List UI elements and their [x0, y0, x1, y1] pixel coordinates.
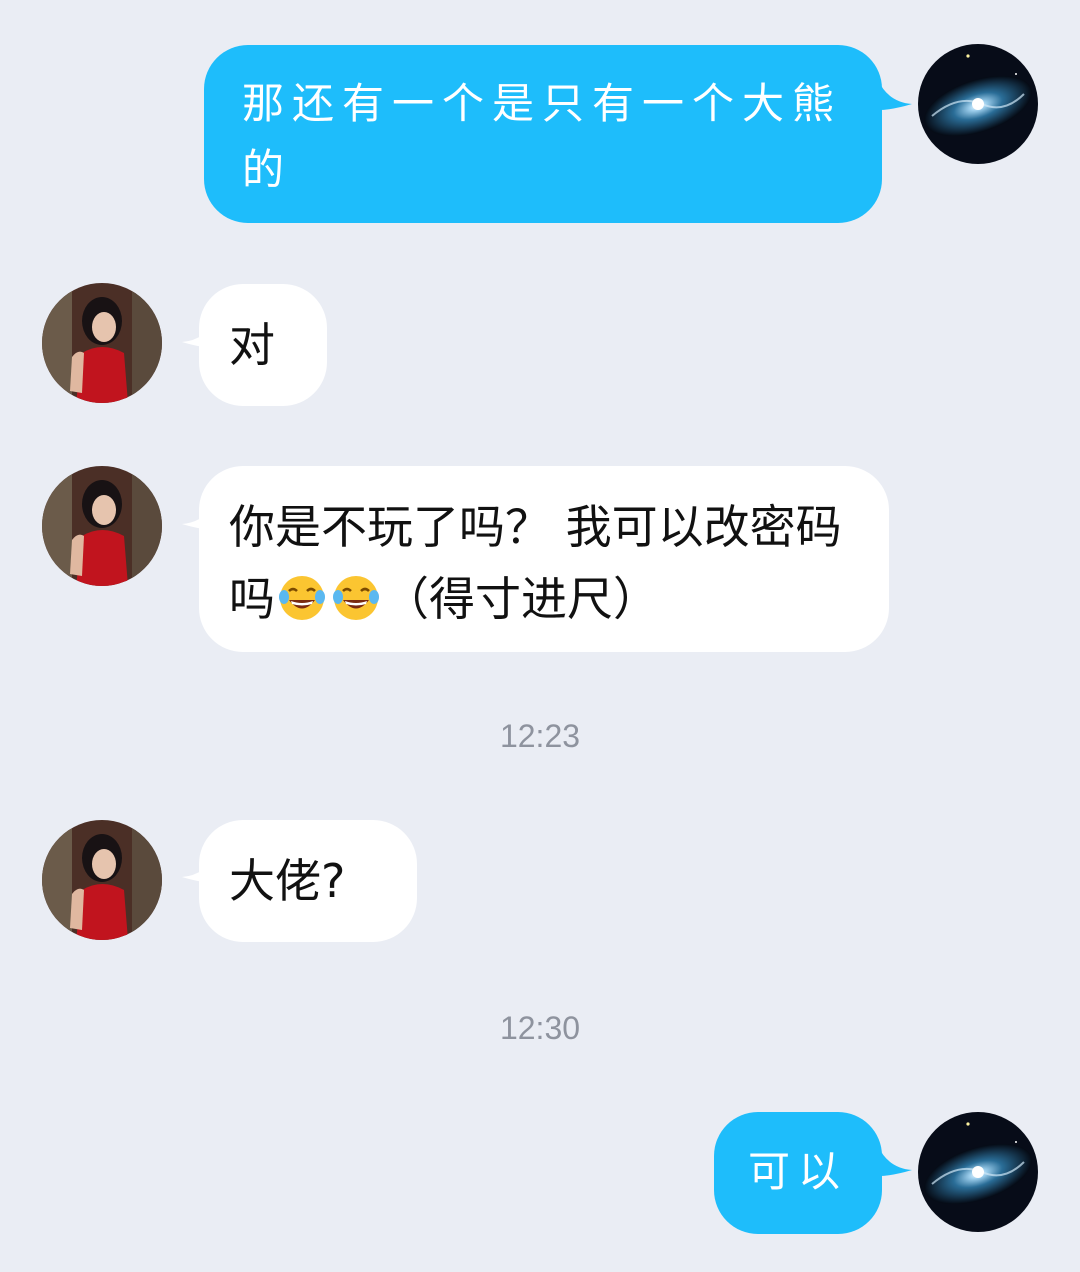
message-text: 可以 [748, 1147, 849, 1196]
tears-of-joy-emoji-icon [279, 576, 325, 620]
message-text: 那还有一个是只有一个大熊的 [242, 79, 843, 194]
girl-in-red-avatar[interactable] [42, 820, 162, 940]
outgoing-message-bubble[interactable]: 那还有一个是只有一个大熊的 [204, 45, 882, 223]
message-text: 大佬? [229, 854, 346, 908]
tears-of-joy-emoji-icon [333, 576, 379, 620]
message-text-part: （得寸进尺） [383, 572, 659, 626]
chat-window: 那还有一个是只有一个大熊的 对 你是不玩了吗？ 我可以改密码吗 （得寸进尺） 1… [0, 0, 1080, 1272]
timestamp: 12:23 [499, 718, 581, 754]
bubble-tail [878, 80, 912, 110]
girl-in-red-avatar[interactable] [42, 283, 162, 403]
incoming-message-bubble[interactable]: 对 [199, 284, 327, 406]
timestamp: 12:30 [499, 1010, 581, 1046]
incoming-message-bubble[interactable]: 你是不玩了吗？ 我可以改密码吗 （得寸进尺） [199, 466, 889, 652]
galaxy-avatar[interactable] [918, 44, 1038, 164]
message-text: 你是不玩了吗？ 我可以改密码吗 （得寸进尺） [229, 500, 842, 626]
bubble-tail [878, 1146, 912, 1176]
galaxy-avatar[interactable] [918, 1112, 1038, 1232]
incoming-message-bubble[interactable]: 大佬? [199, 820, 417, 942]
girl-in-red-avatar[interactable] [42, 466, 162, 586]
outgoing-message-bubble[interactable]: 可以 [714, 1112, 882, 1234]
message-text: 对 [229, 318, 275, 372]
